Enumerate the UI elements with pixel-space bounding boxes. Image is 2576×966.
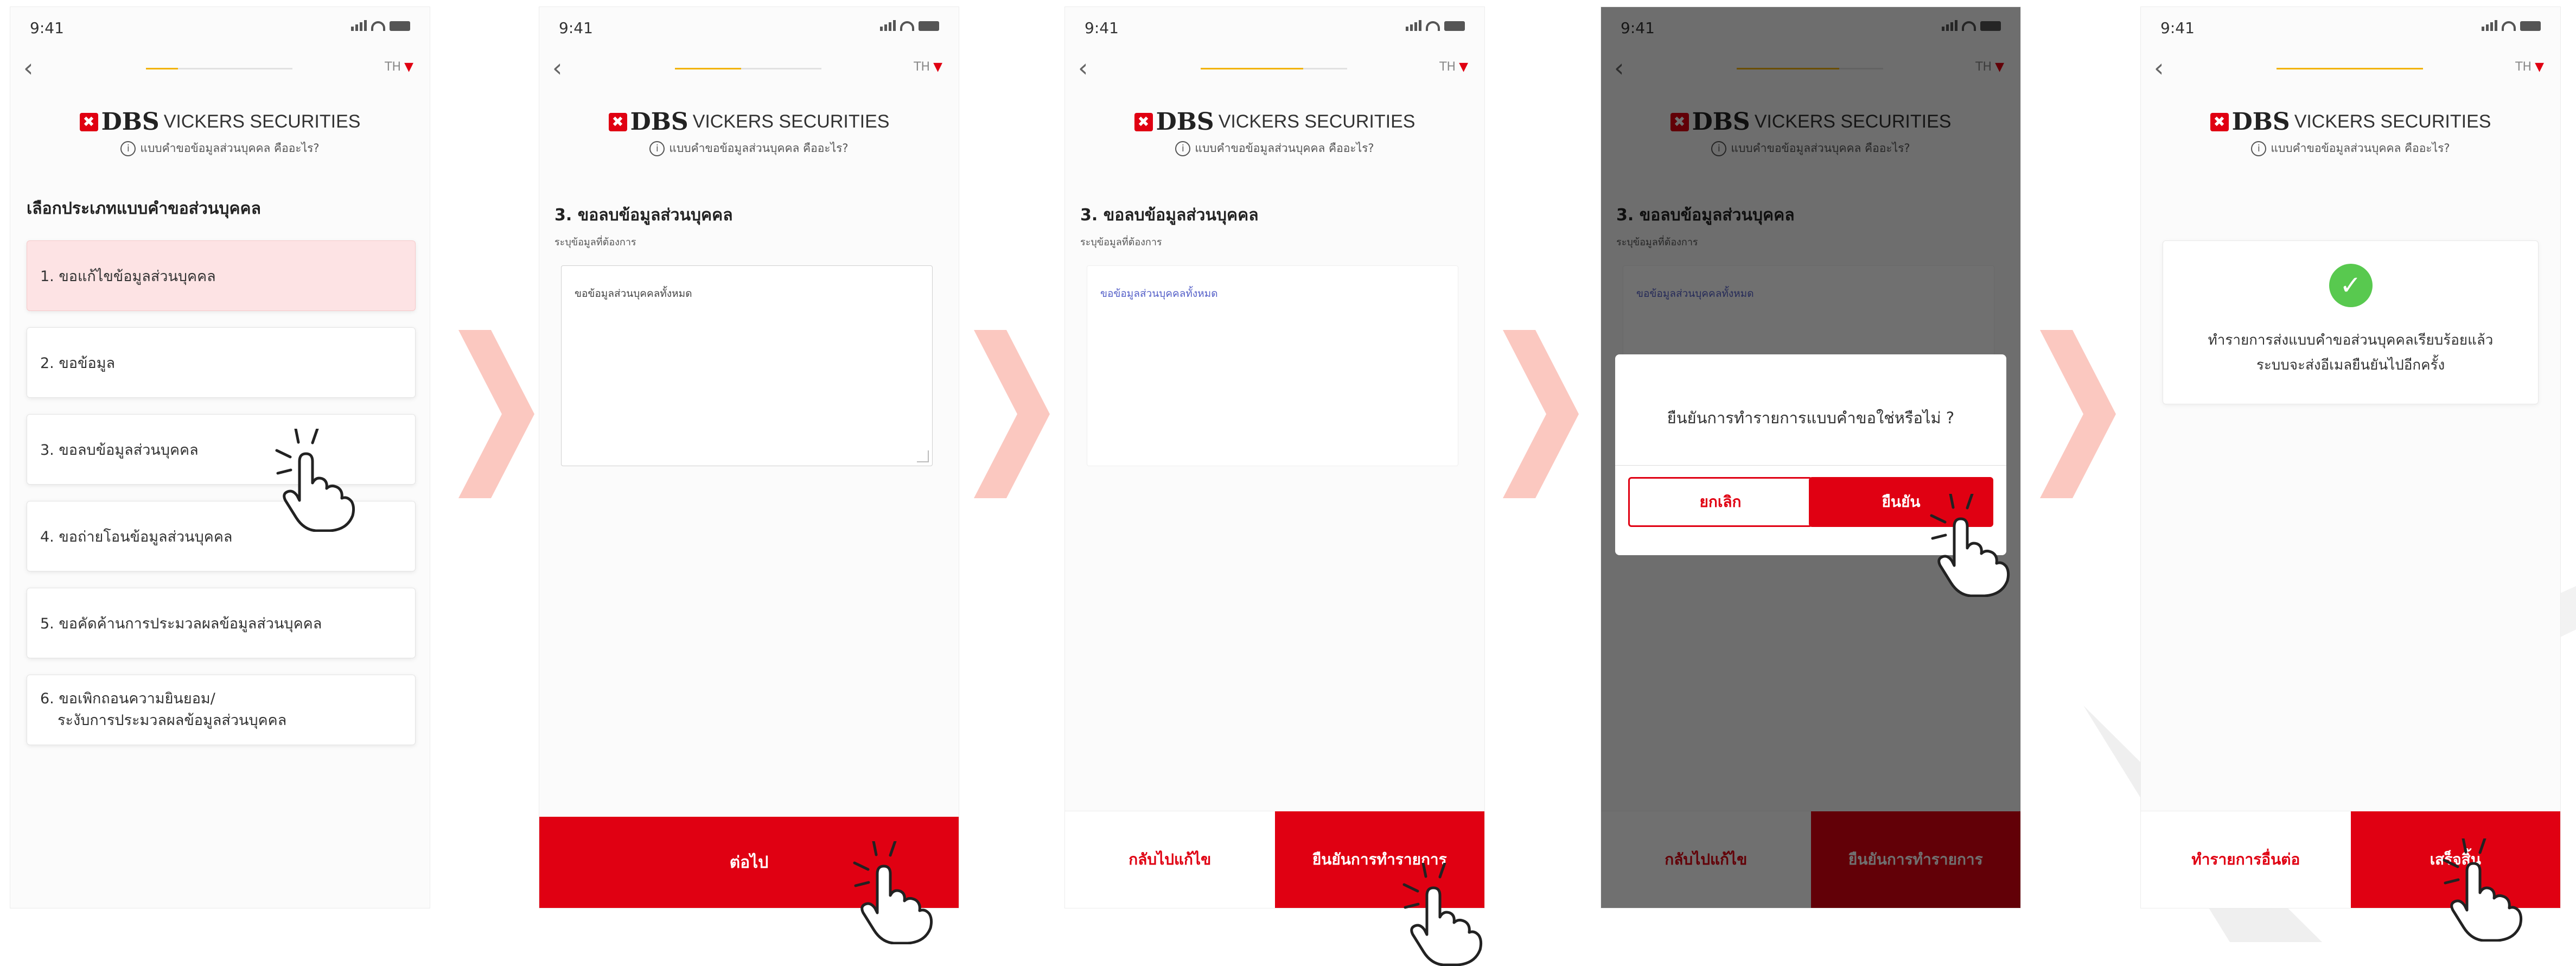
- section-subtitle: ระบุข้อมูลที่ต้องการ: [554, 237, 636, 248]
- flow-arrow-1: [458, 330, 534, 498]
- flow-arrow-3: [1503, 330, 1579, 498]
- progress-bar: [675, 68, 821, 69]
- confirm-button[interactable]: ยืนยัน: [1809, 477, 1993, 527]
- back-to-edit-button[interactable]: กลับไปแก้ไข: [1065, 811, 1275, 908]
- language-selector[interactable]: TH▼: [2515, 60, 2544, 74]
- status-icons: [1406, 20, 1465, 31]
- screen-form-input: 9:41 ‹ TH ▼ ✖ DBS VICKERS SECURITIES i แบบคำ…: [539, 7, 959, 908]
- status-bar: 9:41: [559, 19, 939, 41]
- next-button[interactable]: ต่อไป: [539, 817, 959, 908]
- check-circle-icon: ✓: [2329, 264, 2373, 307]
- dbs-logo: ✖DBSVICKERS SECURITIES: [2141, 108, 2560, 136]
- success-message: ทำรายการส่งแบบคำขอส่วนบุคคลเรียบร้อยแล้ว…: [2208, 332, 2494, 373]
- nav-bar: ‹ TH▼: [1065, 55, 1484, 84]
- status-bar: 9:41: [2160, 19, 2541, 41]
- status-time: 9:41: [2160, 19, 2195, 37]
- language-selector[interactable]: TH▼: [385, 60, 413, 74]
- another-transaction-button[interactable]: ทำรายการอื่นต่อ: [2141, 811, 2351, 908]
- dbs-logo: ✖DBSVICKERS SECURITIES: [10, 108, 430, 136]
- chevron-down-icon: ▼: [2535, 60, 2544, 74]
- screen-confirm-dialog: 9:41 ‹ TH▼ ✖DBSVICKERS SECURITIES iแบบคำ…: [1601, 7, 2021, 908]
- nav-bar: ‹ TH▼: [539, 55, 959, 84]
- info-icon: i: [2251, 141, 2267, 156]
- back-icon[interactable]: ‹: [1078, 55, 1088, 80]
- section-title: 3. ขอลบข้อมูลส่วนบุคคล: [554, 206, 733, 225]
- request-details-textarea[interactable]: ขอข้อมูลส่วนบุคคลทั้งหมด: [561, 265, 933, 466]
- flow-arrow-2: [974, 330, 1050, 498]
- chevron-down-icon: ▼: [933, 60, 942, 74]
- progress-bar: [146, 68, 292, 69]
- status-time: 9:41: [1085, 19, 1119, 37]
- option-request-data[interactable]: 2. ขอข้อมูล: [27, 327, 416, 398]
- section-title: 3. ขอลบข้อมูลส่วนบุคคล: [1080, 206, 1259, 225]
- chevron-down-icon: ▼: [1459, 60, 1468, 74]
- flow-arrow-4: [2040, 330, 2116, 498]
- request-details-readonly: ขอข้อมูลส่วนบุคคลทั้งหมด: [1087, 265, 1458, 466]
- option-delete-data[interactable]: 3. ขอลบข้อมูลส่วนบุคคล: [27, 414, 416, 485]
- screen-review: 9:41 ‹ TH ▼ ✖ DBS VICKERS SECURITIES i แบบคำ…: [1064, 7, 1485, 908]
- progress-bar: [1201, 68, 1347, 69]
- dialog-question: ยืนยันการทำรายการแบบคำขอใช่หรือไม่ ?: [1667, 409, 1955, 427]
- status-bar: 9:41: [30, 19, 410, 41]
- confirm-transaction-button[interactable]: ยืนยันการทำรายการ: [1274, 811, 1484, 908]
- confirm-dialog: ยืนยันการทำรายการแบบคำขอใช่หรือไม่ ? ยกเ…: [1615, 354, 2006, 555]
- nav-bar: ‹ TH▼: [10, 55, 430, 84]
- back-icon[interactable]: ‹: [23, 55, 33, 80]
- nav-bar: ‹ TH▼: [2141, 55, 2560, 84]
- status-bar: 9:41: [1085, 19, 1465, 41]
- back-icon[interactable]: ‹: [552, 55, 562, 80]
- info-link[interactable]: iแบบคำขอข้อมูลส่วนบุคคล คืออะไร?: [539, 139, 959, 157]
- language-selector[interactable]: TH▼: [1439, 60, 1468, 74]
- chevron-down-icon: ▼: [404, 60, 413, 74]
- status-time: 9:41: [30, 19, 64, 37]
- progress-bar: [2277, 68, 2423, 69]
- status-icons: [880, 20, 939, 31]
- dbs-logo: ✖DBSVICKERS SECURITIES: [1065, 108, 1484, 136]
- option-transfer-data[interactable]: 4. ขอถ่ายโอนข้อมูลส่วนบุคคล: [27, 501, 416, 571]
- screen-request-type: 9:41 ‹ TH ▼ ✖ DBS VICKERS SECURITIES i แบบคำ…: [10, 7, 430, 908]
- status-time: 9:41: [559, 19, 593, 37]
- dialog-divider: [1615, 465, 2006, 466]
- option-object-processing[interactable]: 5. ขอคัดค้านการประมวลผลข้อมูลส่วนบุคคล: [27, 588, 416, 658]
- done-button[interactable]: เสร็จสิ้น: [2350, 811, 2560, 908]
- status-icons: [2482, 20, 2541, 31]
- option-edit-data[interactable]: 1. ขอแก้ไขข้อมูลส่วนบุคคล: [27, 240, 416, 311]
- info-link[interactable]: iแบบคำขอข้อมูลส่วนบุคคล คืออะไร?: [10, 139, 430, 157]
- section-subtitle: ระบุข้อมูลที่ต้องการ: [1080, 237, 1162, 248]
- language-selector[interactable]: TH▼: [914, 60, 942, 74]
- info-link[interactable]: iแบบคำขอข้อมูลส่วนบุคคล คืออะไร?: [1065, 139, 1484, 157]
- info-icon: i: [1175, 141, 1191, 156]
- dbs-logo: ✖DBSVICKERS SECURITIES: [539, 108, 959, 136]
- cancel-button[interactable]: ยกเลิก: [1628, 477, 1813, 527]
- info-link[interactable]: iแบบคำขอข้อมูลส่วนบุคคล คืออะไร?: [2141, 139, 2560, 157]
- option-withdraw-consent[interactable]: 6. ขอเพิกถอนความยินยอม/ระงับการประมวลผลข…: [27, 675, 416, 745]
- success-card: ✓ ทำรายการส่งแบบคำขอส่วนบุคคลเรียบร้อยแล…: [2163, 240, 2539, 404]
- info-icon: i: [120, 141, 136, 156]
- status-icons: [351, 20, 410, 31]
- page-title: เลือกประเภทแบบคำขอส่วนบุคคล: [27, 199, 261, 218]
- screen-success: 9:41 ‹ TH ▼ ✖ DBS VICKERS SECURITIES i แบบคำ…: [2140, 7, 2561, 908]
- info-icon: i: [649, 141, 665, 156]
- back-icon[interactable]: ‹: [2154, 55, 2164, 80]
- resize-handle-icon: [917, 450, 929, 462]
